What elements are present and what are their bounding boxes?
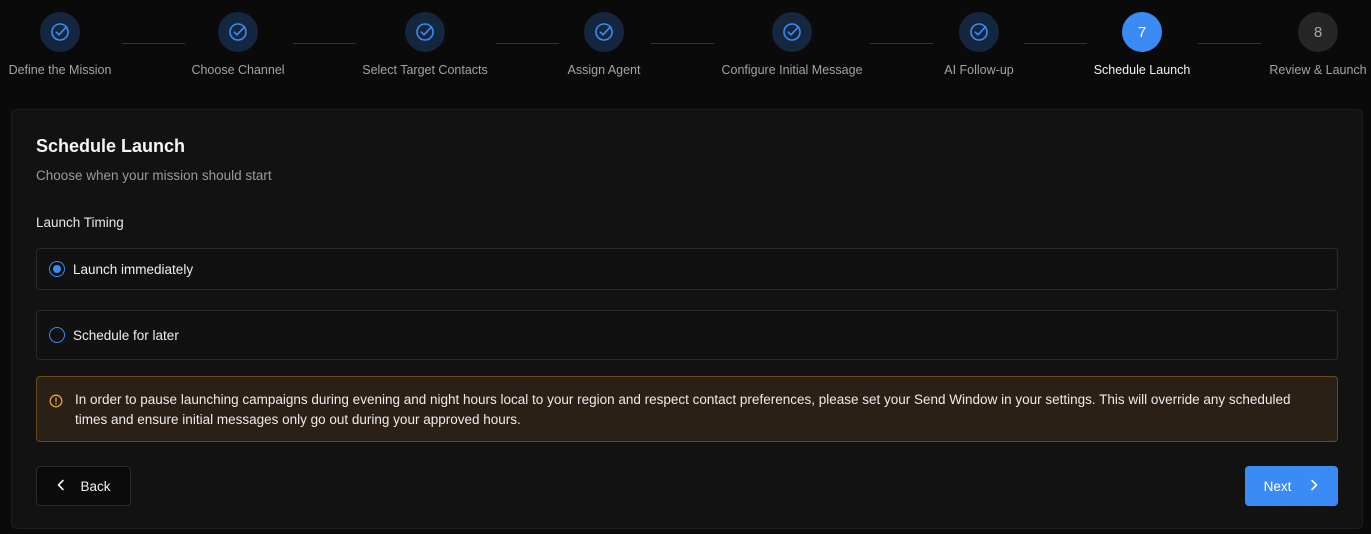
back-button-label: Back bbox=[80, 478, 111, 494]
step-configure-initial-message[interactable]: Configure Initial Message bbox=[712, 12, 872, 77]
step-define-the-mission[interactable]: Define the Mission bbox=[0, 12, 140, 77]
chevron-left-icon bbox=[56, 479, 66, 494]
warning-circle-icon bbox=[49, 394, 63, 413]
schedule-for-later-option[interactable]: Schedule for later bbox=[36, 310, 1338, 360]
step-review-and-launch[interactable]: 8 Review & Launch bbox=[1238, 12, 1371, 77]
step-label: Review & Launch bbox=[1269, 63, 1367, 77]
send-window-alert: In order to pause launching campaigns du… bbox=[36, 376, 1338, 442]
check-circle-icon bbox=[959, 12, 999, 52]
step-number: 7 bbox=[1122, 12, 1162, 52]
step-label: Choose Channel bbox=[191, 63, 285, 77]
check-circle-icon bbox=[218, 12, 258, 52]
radio-unchecked-icon[interactable] bbox=[49, 327, 65, 343]
chevron-right-icon bbox=[1309, 479, 1319, 494]
launch-timing-label: Launch Timing bbox=[36, 215, 124, 230]
step-schedule-launch[interactable]: 7 Schedule Launch bbox=[1062, 12, 1222, 77]
page-subtitle: Choose when your mission should start bbox=[36, 168, 272, 183]
step-assign-agent[interactable]: Assign Agent bbox=[524, 12, 684, 77]
next-button[interactable]: Next bbox=[1245, 466, 1338, 506]
option-label: Launch immediately bbox=[73, 261, 194, 277]
step-label: AI Follow-up bbox=[944, 63, 1014, 77]
step-label: Select Target Contacts bbox=[362, 63, 488, 77]
step-label: Configure Initial Message bbox=[721, 63, 863, 77]
step-label: Define the Mission bbox=[8, 63, 112, 77]
radio-checked-icon[interactable] bbox=[49, 261, 65, 277]
stepper: Define the Mission Choose Channel Select… bbox=[0, 0, 1371, 100]
check-circle-icon bbox=[40, 12, 80, 52]
step-label: Assign Agent bbox=[567, 63, 641, 77]
check-circle-icon bbox=[772, 12, 812, 52]
alert-text: In order to pause launching campaigns du… bbox=[75, 392, 1291, 427]
launch-immediately-option[interactable]: Launch immediately bbox=[36, 248, 1338, 290]
schedule-launch-card: Schedule Launch Choose when your mission… bbox=[11, 109, 1363, 529]
check-circle-icon bbox=[584, 12, 624, 52]
step-number: 8 bbox=[1298, 12, 1338, 52]
page-title: Schedule Launch bbox=[36, 136, 186, 156]
step-label: Schedule Launch bbox=[1093, 63, 1191, 77]
step-select-target-contacts[interactable]: Select Target Contacts bbox=[345, 12, 505, 77]
check-circle-icon bbox=[405, 12, 445, 52]
step-ai-follow-up[interactable]: AI Follow-up bbox=[899, 12, 1059, 77]
step-choose-channel[interactable]: Choose Channel bbox=[158, 12, 318, 77]
option-label: Schedule for later bbox=[73, 327, 179, 343]
back-button[interactable]: Back bbox=[36, 466, 131, 506]
next-button-label: Next bbox=[1263, 478, 1292, 494]
